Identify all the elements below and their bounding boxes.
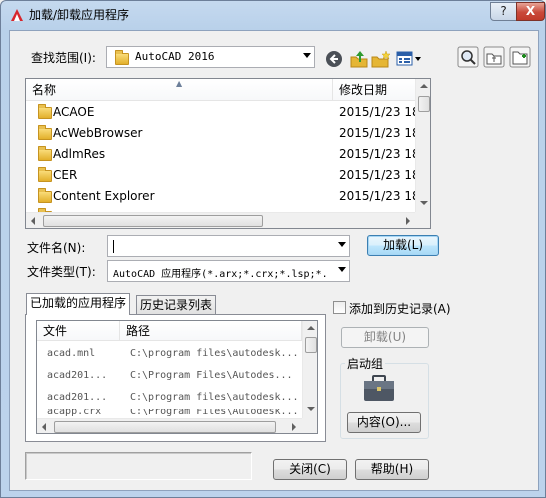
app-path: C:\Program Files\Autodesk...: [130, 409, 299, 417]
folder-icon: [115, 50, 129, 65]
app-path: C:\program files\autodesk...: [130, 348, 299, 359]
app-file: acad.mnl: [47, 348, 96, 359]
lookin-value: AutoCAD 2016: [135, 50, 215, 63]
title-bar[interactable]: 加载/卸载应用程序 ? X: [1, 1, 545, 27]
file-name: CER: [53, 168, 78, 182]
lookin-combo[interactable]: AutoCAD 2016: [106, 46, 315, 68]
scroll-left-arrow-icon[interactable]: [31, 217, 35, 225]
folder-icon: [38, 188, 52, 203]
tab-panel: 文件 路径 acad.mnl C:\program files\autodesk…: [25, 314, 326, 442]
scroll-right-arrow-icon[interactable]: [292, 423, 296, 431]
briefcase-icon[interactable]: [362, 374, 396, 404]
scroll-corner: [415, 212, 430, 228]
app-path: C:\program files\autodesk...: [130, 392, 299, 403]
app-file: acad201...: [47, 370, 108, 381]
contents-button[interactable]: 内容(O)...: [347, 412, 421, 433]
folder-icon: [38, 125, 52, 140]
favorites-folder-icon[interactable]: [483, 46, 505, 68]
scroll-down-arrow-icon[interactable]: [420, 201, 428, 205]
scroll-corner: [302, 418, 317, 433]
chevron-down-icon: [338, 267, 346, 272]
file-row[interactable]: AcWebBrowser 2015/1/23 18:16: [26, 123, 430, 144]
file-row[interactable]: CER 2015/1/23 18:16: [26, 165, 430, 186]
folder-icon: [38, 167, 52, 182]
hscroll-thumb[interactable]: [43, 215, 263, 227]
file-list-hscrollbar[interactable]: [26, 212, 415, 228]
app-row[interactable]: acad201... C:\Program Files\Autodes...: [37, 365, 302, 386]
views-menu-icon[interactable]: [396, 51, 422, 67]
close-title-button[interactable]: X: [516, 2, 545, 21]
filename-label: 文件名(N):: [27, 241, 86, 255]
column-header-name[interactable]: 名称 ▲: [26, 79, 333, 101]
chevron-down-icon: [303, 53, 311, 58]
app-file: acad201...: [47, 392, 108, 403]
window-title: 加载/卸载应用程序: [29, 8, 130, 22]
filetype-label: 文件类型(T):: [27, 265, 96, 279]
dialog-body: 查找范围(I): AutoCAD 2016 名称 ▲ 修改日期 ACAOE 20…: [9, 30, 539, 491]
file-list[interactable]: 名称 ▲ 修改日期 ACAOE 2015/1/23 18:16 AcWebBro…: [25, 78, 431, 229]
search-icon[interactable]: [457, 46, 479, 68]
file-row[interactable]: Content Explorer 2015/1/23 18:15: [26, 186, 430, 207]
file-name: Content Explorer: [53, 189, 155, 203]
help-button[interactable]: 帮助(H): [355, 459, 429, 480]
folder-icon: [38, 146, 52, 161]
status-box: [25, 452, 252, 480]
sort-ascending-icon: ▲: [176, 79, 183, 88]
up-folder-icon[interactable]: [349, 49, 369, 69]
file-name: AcWebBrowser: [53, 126, 143, 140]
column-header-path[interactable]: 路径: [120, 321, 302, 341]
help-title-button[interactable]: ?: [490, 2, 517, 21]
vscroll-thumb[interactable]: [418, 96, 430, 112]
back-icon[interactable]: [325, 50, 343, 68]
text-caret: [113, 240, 114, 253]
scroll-right-arrow-icon[interactable]: [406, 217, 410, 225]
autocad-app-icon: [11, 9, 23, 21]
scroll-up-arrow-icon[interactable]: [420, 84, 428, 88]
scroll-left-arrow-icon[interactable]: [42, 423, 46, 431]
add-to-favorites-icon[interactable]: [509, 46, 531, 68]
app-path: C:\Program Files\Autodes...: [130, 370, 293, 381]
add-history-label[interactable]: 添加到历史记录(A): [349, 300, 451, 317]
chevron-down-icon: [338, 242, 346, 247]
app-row[interactable]: acad201... C:\program files\autodesk...: [37, 387, 302, 408]
column-header-date[interactable]: 修改日期: [333, 79, 423, 101]
dialog-window: 加载/卸载应用程序 ? X 查找范围(I): AutoCAD 2016 名称 ▲…: [0, 0, 546, 498]
apps-hscrollbar[interactable]: [37, 418, 302, 433]
vscroll-thumb[interactable]: [305, 337, 317, 353]
hscroll-thumb[interactable]: [54, 421, 276, 433]
scroll-up-arrow-icon[interactable]: [307, 326, 315, 330]
loaded-apps-list[interactable]: 文件 路径 acad.mnl C:\program files\autodesk…: [36, 320, 318, 434]
tab-history-list[interactable]: 历史记录列表: [136, 295, 217, 315]
column-header-file[interactable]: 文件: [37, 321, 120, 341]
file-name: ACAOE: [53, 105, 95, 119]
app-row[interactable]: acapp.crx C:\Program Files\Autodesk...: [37, 409, 302, 418]
tab-loaded-apps[interactable]: 已加载的应用程序: [26, 293, 131, 315]
app-row[interactable]: acad.mnl C:\program files\autodesk...: [37, 343, 302, 364]
file-row[interactable]: ACAOE 2015/1/23 18:16: [26, 102, 430, 123]
close-button[interactable]: 关闭(C): [273, 459, 347, 480]
scroll-down-arrow-icon[interactable]: [307, 407, 315, 411]
unload-button[interactable]: 卸载(U): [341, 327, 429, 348]
filetype-combo[interactable]: AutoCAD 应用程序(*.arx;*.crx;*.lsp;*.: [107, 260, 350, 282]
folder-icon: [38, 104, 52, 119]
add-history-checkbox[interactable]: [333, 301, 346, 314]
apps-vscrollbar[interactable]: [302, 321, 317, 418]
new-folder-icon[interactable]: [371, 49, 391, 69]
load-button[interactable]: 加载(L): [367, 235, 439, 256]
lookin-label: 查找范围(I):: [31, 51, 96, 65]
app-file: acapp.crx: [47, 409, 102, 417]
column-name-label: 名称: [32, 83, 57, 97]
filename-combo[interactable]: [107, 235, 350, 257]
file-list-vscrollbar[interactable]: [415, 79, 430, 212]
file-name: AdlmRes: [53, 147, 106, 161]
startup-group-label: 启动组: [345, 355, 386, 372]
file-row[interactable]: AdlmRes 2015/1/23 18:16: [26, 144, 430, 165]
filetype-value: AutoCAD 应用程序(*.arx;*.crx;*.lsp;*.: [113, 269, 328, 280]
